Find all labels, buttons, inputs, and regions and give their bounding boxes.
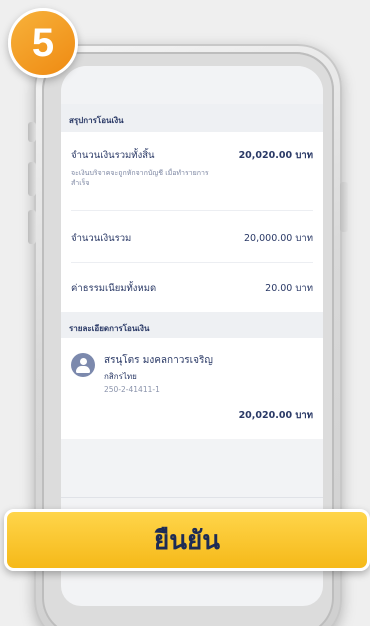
- step-number-badge: 5: [8, 8, 78, 78]
- sum-label: จำนวนเงินรวม: [71, 233, 132, 245]
- sum-value: 20,000.00 บาท: [244, 233, 313, 245]
- screen-divider: [61, 497, 323, 498]
- confirm-button[interactable]: ยืนยัน: [4, 509, 370, 571]
- user-avatar-icon: [71, 353, 95, 378]
- deduction-note: จะเงินบริจาคจะถูกหักจากบัญชี เมื่อทำรายก…: [71, 169, 209, 188]
- recipient-info: สรนุโตร มงคลกาวรเจริญ กสิกรไทย 250-2-414…: [104, 353, 213, 394]
- phone-side-button: [28, 162, 36, 196]
- avatar-body: [76, 366, 90, 374]
- phone-side-button: [28, 210, 36, 244]
- recipient-account: 250-2-41411-1: [104, 385, 160, 395]
- total-label-group: จำนวนเงินรวมทั้งสิ้น จะเงินบริจาคจะถูกหั…: [71, 148, 221, 188]
- total-label: จำนวนเงินรวมทั้งสิ้น: [71, 150, 155, 161]
- sum-row: จำนวนเงินรวม 20,000.00 บาท: [71, 211, 313, 264]
- summary-card: จำนวนเงินรวมทั้งสิ้น จะเงินบริจาคจะถูกหั…: [61, 132, 323, 313]
- fee-value: 20.00 บาท: [265, 283, 313, 295]
- recipient-name: สรนุโตร มงคลกาวรเจริญ: [104, 355, 213, 367]
- details-header: รายละเอียดการโอนเงิน: [61, 312, 323, 339]
- fee-label: ค่าธรรมเนียมทั้งหมด: [71, 283, 157, 295]
- recipient-amount: 20,020.00 บาท: [61, 404, 323, 440]
- avatar-head: [79, 357, 87, 365]
- screen-status-area: [61, 66, 323, 104]
- fee-row: ค่าธรรมเนียมทั้งหมด 20.00 บาท: [71, 263, 313, 312]
- total-row: จำนวนเงินรวมทั้งสิ้น จะเงินบริจาคจะถูกหั…: [71, 132, 313, 212]
- recipient-bank: กสิกรไทย: [104, 372, 137, 382]
- phone-power-button: [340, 182, 348, 232]
- recipient-item: สรนุโตร มงคลกาวรเจริญ กสิกรไทย 250-2-414…: [61, 338, 323, 405]
- summary-header: สรุปการโอนเงิน: [61, 104, 323, 132]
- total-value: 20,020.00 บาท: [238, 150, 313, 161]
- phone-side-button: [28, 122, 36, 142]
